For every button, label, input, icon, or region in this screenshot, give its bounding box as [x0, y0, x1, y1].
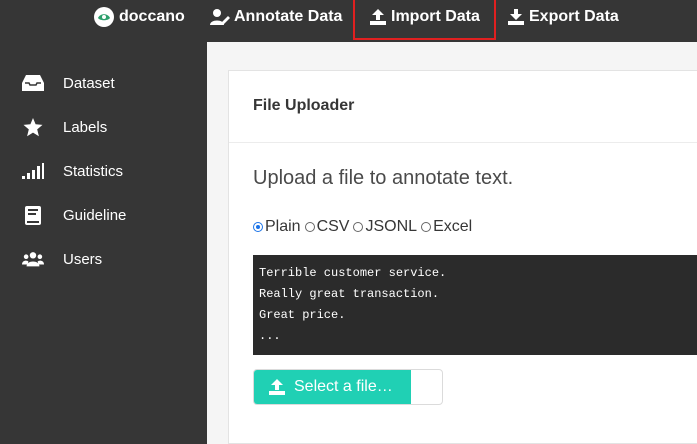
annotate-data-link[interactable]: Annotate Data: [210, 0, 342, 34]
import-highlight-box: [353, 0, 496, 40]
sidebar-item-label: Guideline: [63, 206, 127, 224]
sidebar-item-labels[interactable]: Labels: [0, 109, 207, 145]
upload-instructions: Upload a file to annotate text.: [253, 167, 514, 189]
radio-dot[interactable]: [421, 222, 432, 232]
format-label: JSONL: [365, 218, 418, 235]
file-select-input[interactable]: Select a file…: [253, 369, 443, 405]
export-data-link[interactable]: Export Data: [507, 0, 619, 34]
user-edit-icon: [210, 8, 230, 26]
format-label: Excel: [433, 218, 473, 235]
sidebar-item-dataset[interactable]: Dataset: [0, 65, 207, 101]
sidebar-item-label: Dataset: [63, 74, 115, 92]
format-label: Plain: [265, 218, 301, 235]
sidebar-item-guideline[interactable]: Guideline: [0, 197, 207, 233]
card-header: File Uploader: [229, 71, 697, 143]
download-icon: [507, 8, 525, 26]
inbox-icon: [22, 73, 44, 93]
top-navbar: doccano Annotate Data Import Data Export…: [0, 0, 697, 42]
format-radio-plain[interactable]: Plain: [253, 218, 301, 236]
star-icon: [22, 117, 44, 137]
example-line: Great price.: [259, 308, 346, 322]
file-uploader-card: File Uploader Upload a file to annotate …: [228, 70, 697, 444]
sidebar-item-users[interactable]: Users: [0, 241, 207, 277]
format-radio-jsonl[interactable]: JSONL: [353, 218, 417, 236]
book-icon: [22, 205, 44, 225]
signal-icon: [22, 161, 44, 181]
format-radio-group: Plain CSV JSONL Excel: [253, 217, 476, 237]
sidebar-item-label: Users: [63, 250, 103, 268]
example-line: Terrible customer service.: [259, 266, 447, 280]
example-line: Really great transaction.: [259, 287, 440, 301]
format-example-block: Terrible customer service. Really great …: [253, 255, 697, 355]
annotate-data-label: Annotate Data: [234, 8, 343, 25]
brand-name: doccano: [119, 8, 185, 25]
sidebar-item-label: Statistics: [63, 162, 124, 180]
radio-dot[interactable]: [253, 222, 263, 232]
export-data-label: Export Data: [529, 8, 619, 25]
users-icon: [22, 249, 44, 269]
doccano-logo-icon: [93, 6, 115, 28]
sidebar-item-label: Labels: [63, 118, 108, 136]
card-title: File Uploader: [253, 97, 355, 114]
example-line: ...: [259, 329, 281, 343]
radio-dot[interactable]: [304, 222, 315, 232]
brand-link[interactable]: doccano: [93, 0, 185, 34]
upload-icon: [269, 379, 285, 395]
format-label: CSV: [316, 218, 350, 235]
format-radio-csv[interactable]: CSV: [304, 218, 350, 236]
sidebar: Dataset Labels Statistics Guideline User…: [0, 42, 207, 444]
select-file-button[interactable]: Select a file…: [254, 370, 411, 404]
select-file-label: Select a file…: [294, 378, 393, 395]
radio-dot[interactable]: [353, 222, 364, 232]
format-radio-excel[interactable]: Excel: [421, 218, 472, 236]
sidebar-item-statistics[interactable]: Statistics: [0, 153, 207, 189]
